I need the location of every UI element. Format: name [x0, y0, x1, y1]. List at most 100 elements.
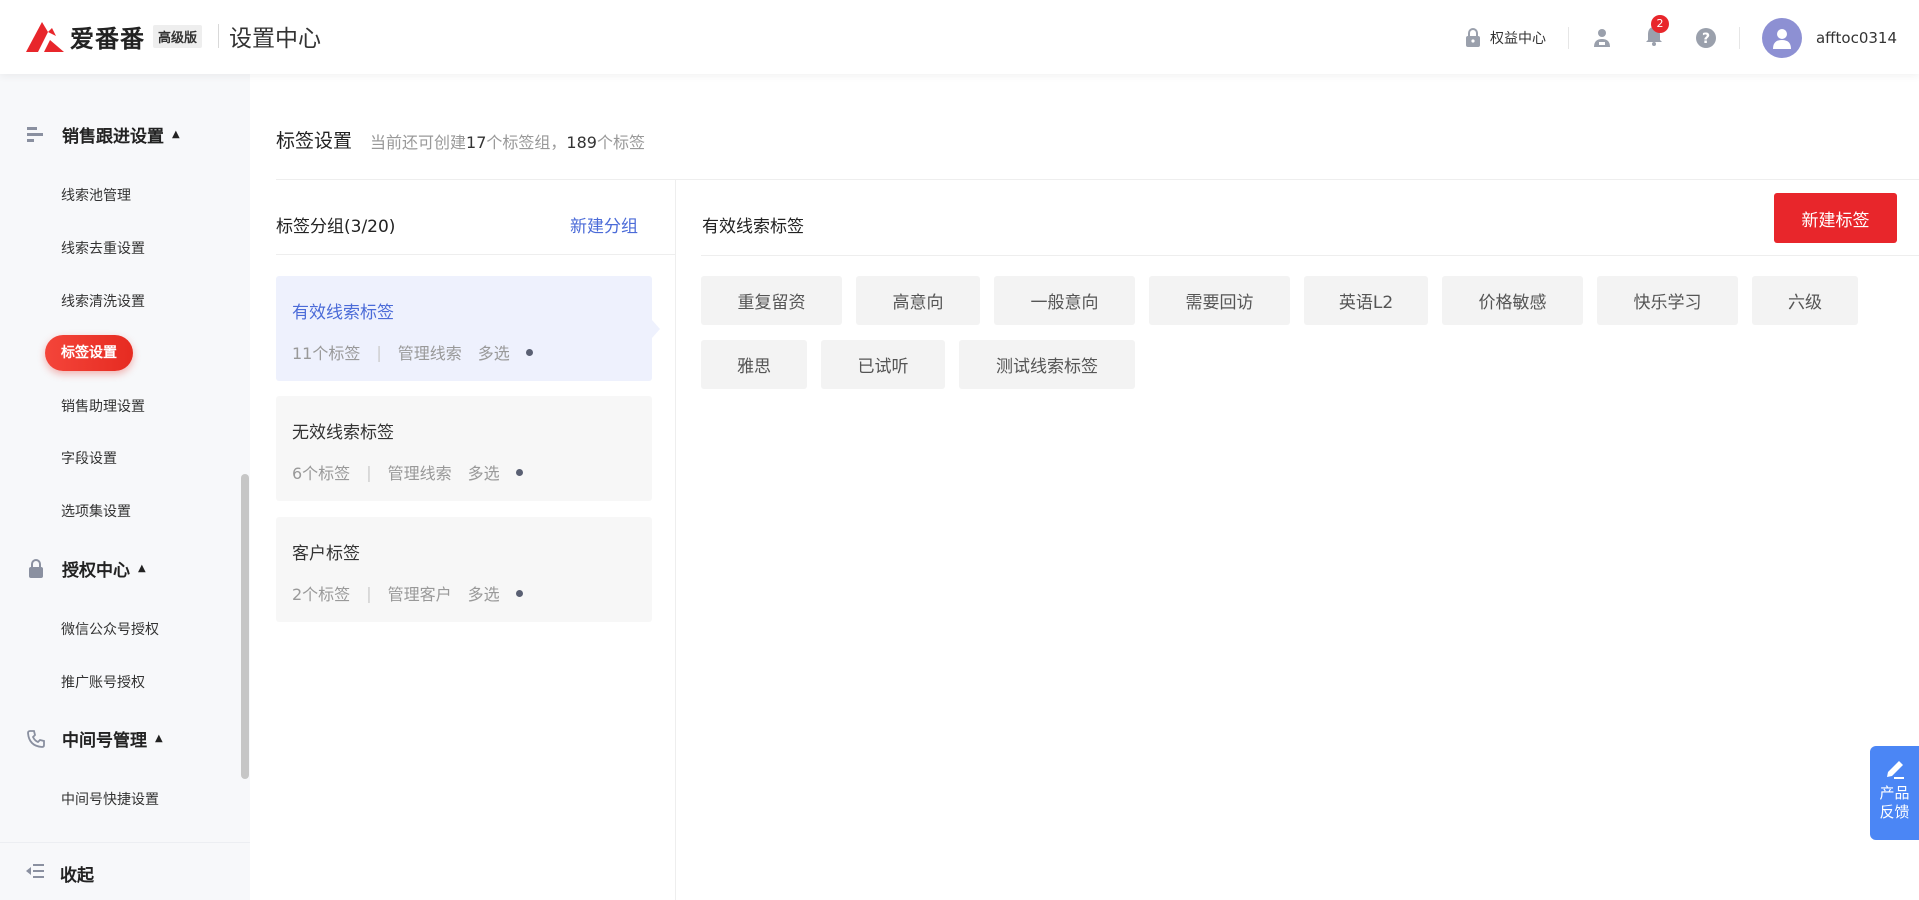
tag-chip[interactable]: 测试线索标签: [959, 340, 1135, 389]
more-dot-icon[interactable]: [525, 348, 533, 356]
user-profile-icon[interactable]: [1591, 27, 1613, 49]
sidebar-group-sales-followup[interactable]: 销售跟进设置 ▲: [26, 122, 180, 147]
sidebar-group-auth-center[interactable]: 授权中心 ▲: [26, 556, 146, 581]
more-dot-icon[interactable]: [515, 468, 523, 476]
tag-group-mode: 多选: [467, 464, 500, 483]
caret-up-icon: ▲: [155, 733, 163, 744]
sidebar: 销售跟进设置 ▲ 线索池管理 线索去重设置 线索清洗设置 标签设置 销售助理设置…: [0, 74, 250, 900]
tag-groups-title: 标签分组(3/20): [276, 217, 396, 237]
tag-chip[interactable]: 需要回访: [1149, 276, 1290, 325]
edit-pencil-icon: [1886, 761, 1904, 779]
tag-chip[interactable]: 雅思: [701, 340, 807, 389]
active-pointer: [652, 320, 660, 338]
sidebar-item-option-sets[interactable]: 选项集设置: [61, 501, 131, 521]
tag-group-mode: 多选: [467, 585, 500, 604]
tag-group-role: 管理客户: [387, 585, 452, 604]
tag-group-card[interactable]: 客户标签 2个标签 | 管理客户 多选: [276, 517, 652, 622]
divider: [701, 255, 1919, 256]
sidebar-item-sales-assistant[interactable]: 销售助理设置: [61, 396, 145, 416]
meta-separator: |: [366, 583, 372, 603]
benefits-label: 权益中心: [1489, 31, 1546, 47]
caret-up-icon: ▲: [138, 563, 146, 574]
edition-badge: 高级版: [153, 24, 203, 48]
tag-group-mode: 多选: [477, 344, 510, 363]
tag-group-name: 客户标签: [292, 544, 360, 564]
sidebar-item-lead-dedup[interactable]: 线索去重设置: [61, 238, 145, 258]
tag-chip[interactable]: 六级: [1752, 276, 1858, 325]
sidebar-item-lead-pool[interactable]: 线索池管理: [61, 185, 131, 205]
tag-group-name: 无效线索标签: [292, 423, 394, 443]
page-title: 标签设置: [276, 130, 353, 152]
tags-left-count: 189: [566, 133, 597, 152]
tag-group-name: 有效线索标签: [292, 303, 394, 323]
brand-logo[interactable]: 爱番番 高级版 设置中心: [24, 18, 321, 54]
phone-icon: [26, 729, 46, 749]
sidebar-group-middle-number[interactable]: 中间号管理 ▲: [26, 726, 163, 751]
tags-panel-title: 有效线索标签: [702, 217, 804, 237]
groups-left-count: 17: [466, 133, 487, 152]
collapse-sidebar-button[interactable]: 收起: [26, 861, 94, 886]
tag-chip[interactable]: 高意向: [856, 276, 980, 325]
sidebar-item-wechat-auth[interactable]: 微信公众号授权: [61, 619, 159, 639]
sidebar-item-tag-settings[interactable]: 标签设置: [45, 335, 133, 371]
page-subtitle: 当前还可创建17个标签组，189个标签: [370, 129, 645, 153]
collapse-label: 收起: [60, 866, 94, 886]
feedback-label-line1: 产品: [1879, 784, 1910, 802]
subtitle-prefix: 当前还可创建: [370, 133, 467, 152]
lock-icon: [1465, 28, 1480, 47]
sidebar-item-lead-cleaning[interactable]: 线索清洗设置: [61, 291, 145, 311]
tag-chip[interactable]: 快乐学习: [1597, 276, 1738, 325]
tag-group-role: 管理线索: [387, 464, 452, 483]
subtitle-middle: 个标签组，: [486, 133, 567, 152]
tag-chip[interactable]: 价格敏感: [1442, 276, 1583, 325]
divider: [276, 254, 676, 255]
sidebar-footer: 收起: [0, 842, 250, 900]
new-group-button[interactable]: 新建分组: [570, 212, 638, 237]
new-tag-button[interactable]: 新建标签: [1774, 193, 1897, 243]
collapse-icon: [26, 863, 44, 884]
tag-group-meta: 6个标签 | 管理线索 多选: [292, 460, 523, 484]
tag-group-card[interactable]: 无效线索标签 6个标签 | 管理线索 多选: [276, 396, 652, 501]
top-header: 爱番番 高级版 设置中心 权益中心 2 ? afftoc0314: [0, 0, 1919, 74]
tag-group-card[interactable]: 有效线索标签 11个标签 | 管理线索 多选: [276, 276, 660, 381]
caret-up-icon: ▲: [172, 129, 180, 140]
tag-groups-panel: 标签分组(3/20) 新建分组 有效线索标签 11个标签 | 管理线索 多选 无…: [276, 180, 676, 900]
tag-chip[interactable]: 已试听: [821, 340, 945, 389]
sidebar-group-label: 授权中心: [62, 561, 130, 581]
notification-count-badge: 2: [1650, 15, 1669, 33]
tag-group-meta: 11个标签 | 管理线索 多选: [292, 340, 533, 364]
sidebar-item-promo-account-auth[interactable]: 推广账号授权: [61, 672, 145, 692]
more-dot-icon[interactable]: [515, 589, 523, 597]
sidebar-item-middle-number-quick[interactable]: 中间号快捷设置: [61, 789, 159, 809]
sidebar-group-label: 销售跟进设置: [62, 127, 164, 147]
user-avatar-icon: [1772, 29, 1791, 49]
sidebar-scrollbar[interactable]: [241, 474, 249, 779]
sidebar-group-label: 中间号管理: [62, 731, 147, 751]
svg-text:?: ?: [1702, 31, 1710, 47]
sidebar-item-field-settings[interactable]: 字段设置: [61, 448, 117, 468]
avatar[interactable]: [1761, 18, 1802, 58]
brand-logo-icon: [26, 22, 64, 52]
subtitle-suffix: 个标签: [596, 133, 645, 152]
username[interactable]: afftoc0314: [1816, 29, 1897, 47]
benefits-center-link[interactable]: 权益中心: [1464, 28, 1546, 48]
tag-group-count: 11个标签: [292, 344, 361, 363]
header-divider: [1567, 27, 1569, 49]
tag-group-count: 6个标签: [292, 464, 351, 483]
meta-separator: |: [366, 462, 372, 482]
tag-chip[interactable]: 重复留资: [701, 276, 842, 325]
tag-group-meta: 2个标签 | 管理客户 多选: [292, 581, 523, 605]
help-icon[interactable]: ?: [1695, 27, 1717, 49]
meta-separator: |: [376, 342, 382, 362]
product-feedback-button[interactable]: 产品 反馈: [1870, 746, 1919, 840]
notification-button[interactable]: 2: [1643, 15, 1669, 51]
header-toolbar: 权益中心 2 ? afftoc0314: [1464, 15, 1897, 58]
header-divider: [1738, 27, 1740, 49]
tag-chip[interactable]: 一般意向: [994, 276, 1135, 325]
main-content: 标签设置 当前还可创建17个标签组，189个标签 标签分组(3/20) 新建分组…: [250, 74, 1919, 900]
feedback-label-line2: 反馈: [1879, 803, 1910, 821]
tag-chip[interactable]: 英语L2: [1304, 276, 1428, 325]
section-title: 设置中心: [229, 26, 322, 52]
tag-group-count: 2个标签: [292, 585, 351, 604]
lock-icon: [26, 559, 46, 579]
